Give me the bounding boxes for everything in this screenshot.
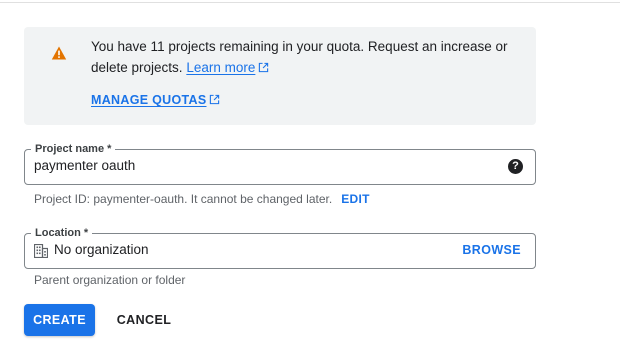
quota-message: You have 11 projects remaining in your q… [91,36,511,78]
building-icon [34,244,48,258]
manage-quotas-label: MANAGE QUOTAS [91,93,207,107]
project-name-input[interactable]: paymenter oauth [34,158,135,173]
create-button[interactable]: CREATE [24,304,95,336]
location-field[interactable]: Location * No organization BROWSE [24,225,536,269]
top-divider [0,2,620,3]
project-id-hint: Project ID: paymenter-oauth. It cannot b… [34,192,370,206]
quota-message-text: You have 11 projects remaining in your q… [91,39,508,75]
location-hint: Parent organization or folder [34,273,186,287]
project-name-field[interactable]: Project name * paymenter oauth ? [24,141,536,185]
location-label: Location * [31,225,93,241]
manage-quotas-link[interactable]: MANAGE QUOTAS [91,93,220,107]
cancel-button[interactable]: CANCEL [108,304,180,336]
warning-icon [51,46,67,60]
create-project-form: You have 11 projects remaining in your q… [0,0,620,354]
project-name-label: Project name * [31,141,116,157]
edit-project-id-button[interactable]: EDIT [341,192,370,206]
help-icon[interactable]: ? [508,159,523,174]
learn-more-link[interactable]: Learn more [186,60,269,75]
external-link-icon [210,94,220,105]
external-link-icon [259,62,269,73]
browse-button[interactable]: BROWSE [462,243,521,257]
quota-notice: You have 11 projects remaining in your q… [24,27,536,125]
learn-more-label: Learn more [186,60,256,75]
location-value: No organization [54,242,149,257]
project-id-text: Project ID: paymenter-oauth. It cannot b… [34,192,333,206]
